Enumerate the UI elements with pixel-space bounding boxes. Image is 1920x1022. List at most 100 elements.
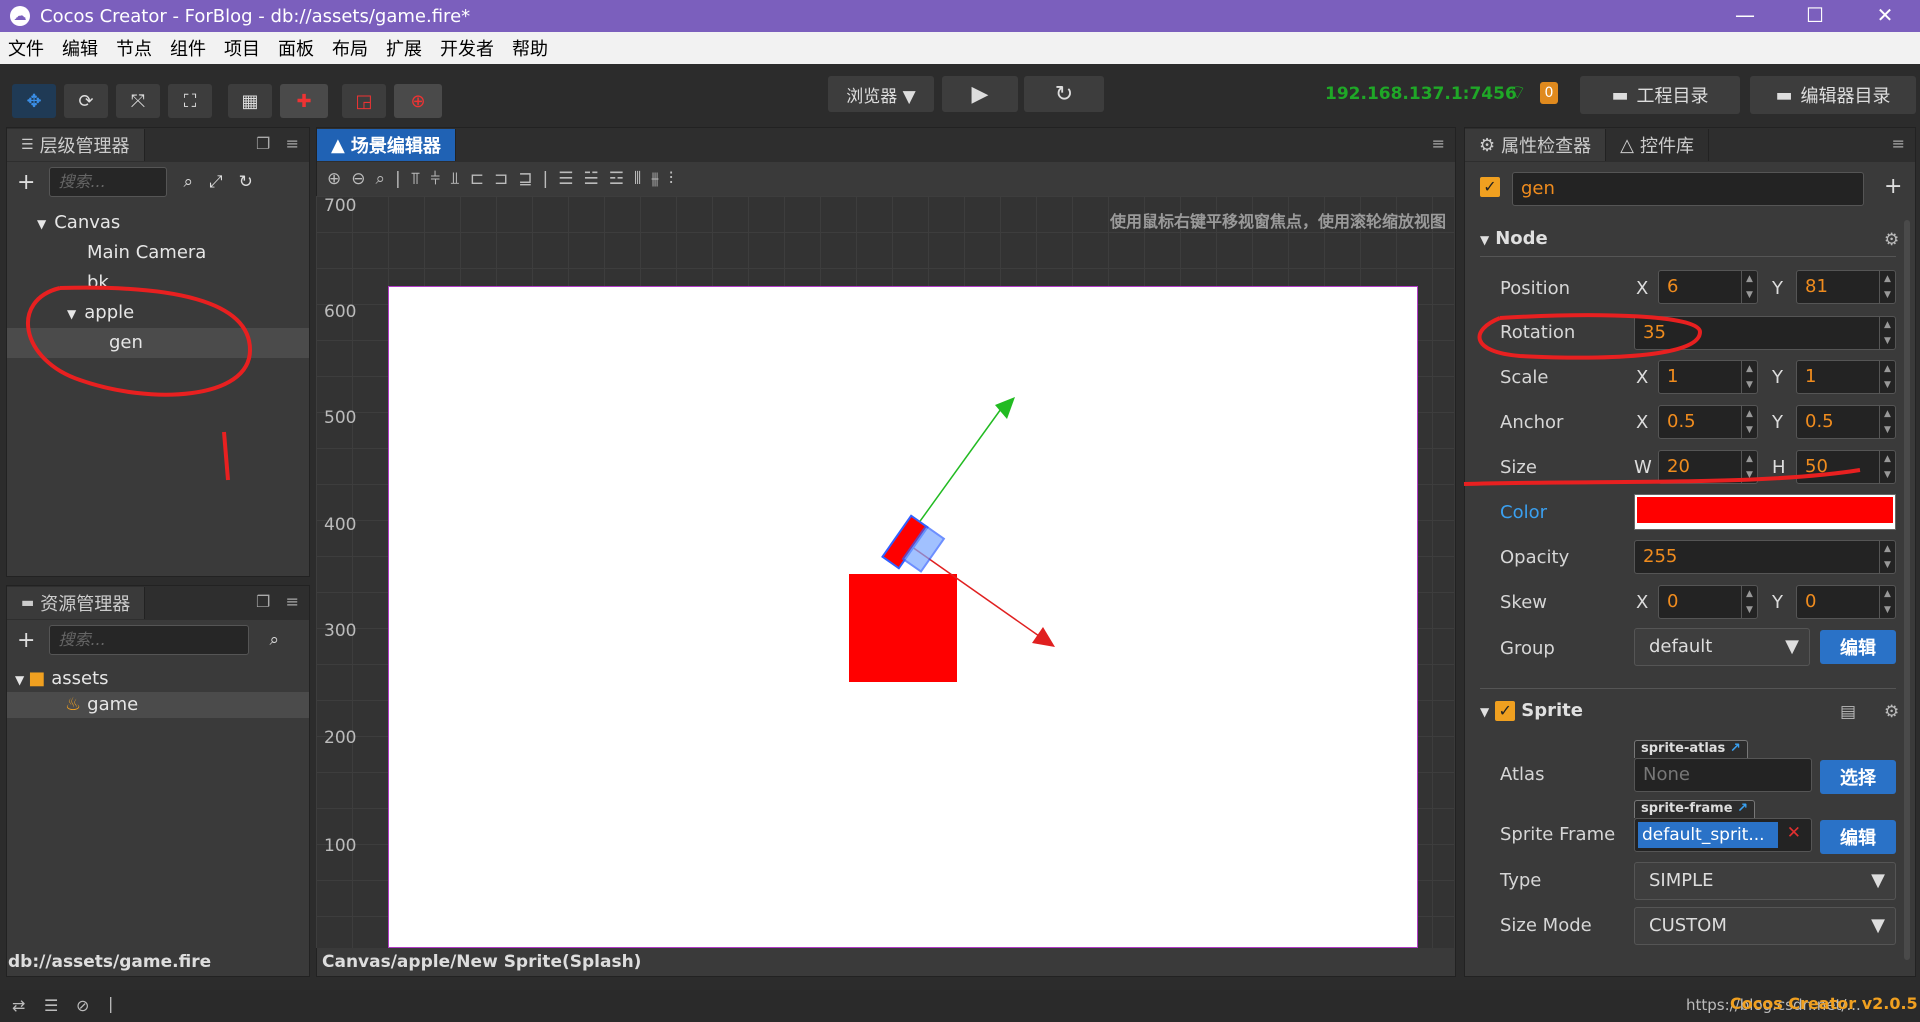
align-v-center-icon[interactable]: ⫩ <box>430 169 440 189</box>
gizmo-icon[interactable]: ◲ <box>342 84 386 118</box>
menu-layout[interactable]: 布局 <box>332 35 368 61</box>
anchor-x-input[interactable]: 0.5 ▲ ▼ <box>1658 405 1758 439</box>
tree-item-canvas[interactable]: ▼ Canvas <box>7 208 309 238</box>
menu-developer[interactable]: 开发者 <box>440 35 494 61</box>
atlas-field[interactable]: None <box>1634 758 1812 792</box>
panel-menu-icon[interactable]: ❐ ≡ <box>256 134 299 153</box>
stepper-icon[interactable]: ▲ ▼ <box>1879 317 1895 349</box>
tree-item-main-camera[interactable]: Main Camera <box>7 238 309 268</box>
tab-scene-editor[interactable]: ▲ 场景编辑器 <box>317 129 456 161</box>
refresh-icon[interactable]: ↻ <box>239 172 253 192</box>
align-bottom-icon[interactable]: ⫫ <box>450 169 460 189</box>
zoom-reset-icon[interactable]: ⌕ <box>376 169 386 189</box>
add-asset-icon[interactable]: + <box>17 628 35 653</box>
skew-x-input[interactable]: 0 ▲ ▼ <box>1658 585 1758 619</box>
align-right-icon[interactable]: ⊒ <box>518 169 532 189</box>
expand-icon[interactable]: ⤢ <box>209 172 223 192</box>
search-icon[interactable]: ⌕ <box>183 172 193 192</box>
position-y-input[interactable]: 81 ▲ ▼ <box>1796 270 1896 304</box>
align-top-icon[interactable]: ⫪ <box>411 169 421 189</box>
size-w-input[interactable]: 20 ▲ ▼ <box>1658 450 1758 484</box>
tab-hierarchy[interactable]: ☰ 层级管理器 <box>7 129 145 161</box>
refresh-icon[interactable]: ↻ <box>1024 76 1104 112</box>
inspector-scrollbar[interactable] <box>1904 220 1910 960</box>
tab-assets[interactable]: ▬ 资源管理器 <box>7 587 146 619</box>
type-select[interactable]: SIMPLE ▼ <box>1634 862 1896 900</box>
stepper-icon[interactable]: ▲ ▼ <box>1879 586 1895 618</box>
database-icon[interactable]: ☰ <box>44 996 58 1015</box>
sprite-section-header[interactable]: ▼ ✓ Sprite <box>1480 700 1583 721</box>
hierarchy-search-input[interactable]: 搜索... <box>49 167 168 197</box>
play-icon[interactable]: ▶ <box>942 76 1018 112</box>
scale-tool-icon[interactable]: ⤧ <box>116 84 160 118</box>
external-link-icon[interactable]: ↗ <box>1730 741 1741 756</box>
size-h-input[interactable]: 50 ▲ ▼ <box>1796 450 1896 484</box>
maximize-icon[interactable]: ☐ <box>1780 0 1850 32</box>
menu-help[interactable]: 帮助 <box>512 35 548 61</box>
search-icon[interactable]: ⌕ <box>269 630 279 650</box>
size-mode-select[interactable]: CUSTOM ▼ <box>1634 907 1896 945</box>
distribute-h-center-icon[interactable]: ⫵ <box>651 169 659 189</box>
stepper-icon[interactable]: ▲ ▼ <box>1879 541 1895 573</box>
opacity-input[interactable]: 255 ▲ ▼ <box>1634 540 1896 574</box>
menu-project[interactable]: 项目 <box>224 35 260 61</box>
gear-icon[interactable]: ⚙ <box>1884 230 1899 250</box>
stepper-icon[interactable]: ▲ ▼ <box>1741 271 1757 303</box>
clear-icon[interactable]: ✕ <box>1787 823 1801 843</box>
atlas-select-button[interactable]: 选择 <box>1820 760 1896 794</box>
distribute-bottom-icon[interactable]: ☲ <box>609 169 624 189</box>
anchor-y-input[interactable]: 0.5 ▲ ▼ <box>1796 405 1896 439</box>
minimize-icon[interactable]: — <box>1710 0 1780 32</box>
tree-item-assets[interactable]: ▼ ■ assets <box>7 666 309 692</box>
align-left-icon[interactable]: ⊏ <box>470 169 484 189</box>
visibility-icon[interactable]: ⊘ <box>76 996 89 1015</box>
menu-panel[interactable]: 面板 <box>278 35 314 61</box>
move-tool-icon[interactable]: ✥ <box>12 84 56 118</box>
checkmark-icon[interactable]: ✓ <box>1495 701 1516 721</box>
position-x-input[interactable]: 6 ▲ ▼ <box>1658 270 1758 304</box>
book-icon[interactable]: ▤ <box>1840 702 1856 722</box>
tree-item-apple[interactable]: ▼ apple <box>7 298 309 328</box>
notification-badge[interactable]: 0 <box>1540 82 1558 104</box>
menu-file[interactable]: 文件 <box>8 35 44 61</box>
anchor-pivot-icon[interactable]: ▦ <box>228 84 272 118</box>
distribute-right-icon[interactable]: ⫶ <box>669 169 673 189</box>
color-picker[interactable] <box>1634 494 1896 530</box>
panel-menu-icon[interactable]: ≡ <box>1432 134 1445 153</box>
distribute-v-center-icon[interactable]: ☱ <box>583 169 598 189</box>
editor-dir-button[interactable]: ▬ 编辑器目录 <box>1750 76 1916 114</box>
sync-icon[interactable]: ⇄ <box>12 996 25 1015</box>
stepper-icon[interactable]: ▲ ▼ <box>1741 361 1757 393</box>
external-link-icon[interactable]: ↗ <box>1737 801 1748 816</box>
menu-component[interactable]: 组件 <box>170 35 206 61</box>
stepper-icon[interactable]: ▲ ▼ <box>1879 451 1895 483</box>
stepper-icon[interactable]: ▲ ▼ <box>1741 586 1757 618</box>
tree-item-game[interactable]: ♨ game <box>7 692 309 718</box>
node-active-checkbox[interactable]: ✓ <box>1480 177 1500 197</box>
menu-extension[interactable]: 扩展 <box>386 35 422 61</box>
assets-search-input[interactable]: 搜索... <box>49 625 250 655</box>
project-dir-button[interactable]: ▬ 工程目录 <box>1580 76 1740 114</box>
preview-platform-select[interactable]: 浏览器 ▼ <box>828 76 934 112</box>
align-h-center-icon[interactable]: ⊐ <box>494 169 508 189</box>
tab-widget-library[interactable]: △ 控件库 <box>1606 129 1709 161</box>
stepper-icon[interactable]: ▲ ▼ <box>1879 271 1895 303</box>
scale-x-input[interactable]: 1 ▲ ▼ <box>1658 360 1758 394</box>
coordinate-icon[interactable]: ✚ <box>280 84 328 118</box>
stepper-icon[interactable]: ▲ ▼ <box>1741 406 1757 438</box>
stepper-icon[interactable]: ▲ ▼ <box>1879 361 1895 393</box>
menu-edit[interactable]: 编辑 <box>62 35 98 61</box>
node-section-header[interactable]: ▼ Node <box>1480 228 1548 249</box>
panel-menu-icon[interactable]: ≡ <box>1892 134 1905 153</box>
distribute-left-icon[interactable]: ⫴ <box>634 169 641 189</box>
tab-inspector[interactable]: ⚙ 属性检查器 <box>1465 129 1607 161</box>
tree-item-gen[interactable]: gen <box>7 328 309 358</box>
add-component-icon[interactable]: + <box>1884 174 1902 199</box>
distribute-top-icon[interactable]: ☰ <box>558 169 573 189</box>
scale-y-input[interactable]: 1 ▲ ▼ <box>1796 360 1896 394</box>
zoom-out-icon[interactable]: ⊖ <box>351 169 365 189</box>
preview-ip-address[interactable]: 192.168.137.1:7456 <box>1325 84 1517 104</box>
add-node-icon[interactable]: + <box>17 170 35 195</box>
zoom-in-icon[interactable]: ⊕ <box>327 169 341 189</box>
stepper-icon[interactable]: ▲ ▼ <box>1879 406 1895 438</box>
